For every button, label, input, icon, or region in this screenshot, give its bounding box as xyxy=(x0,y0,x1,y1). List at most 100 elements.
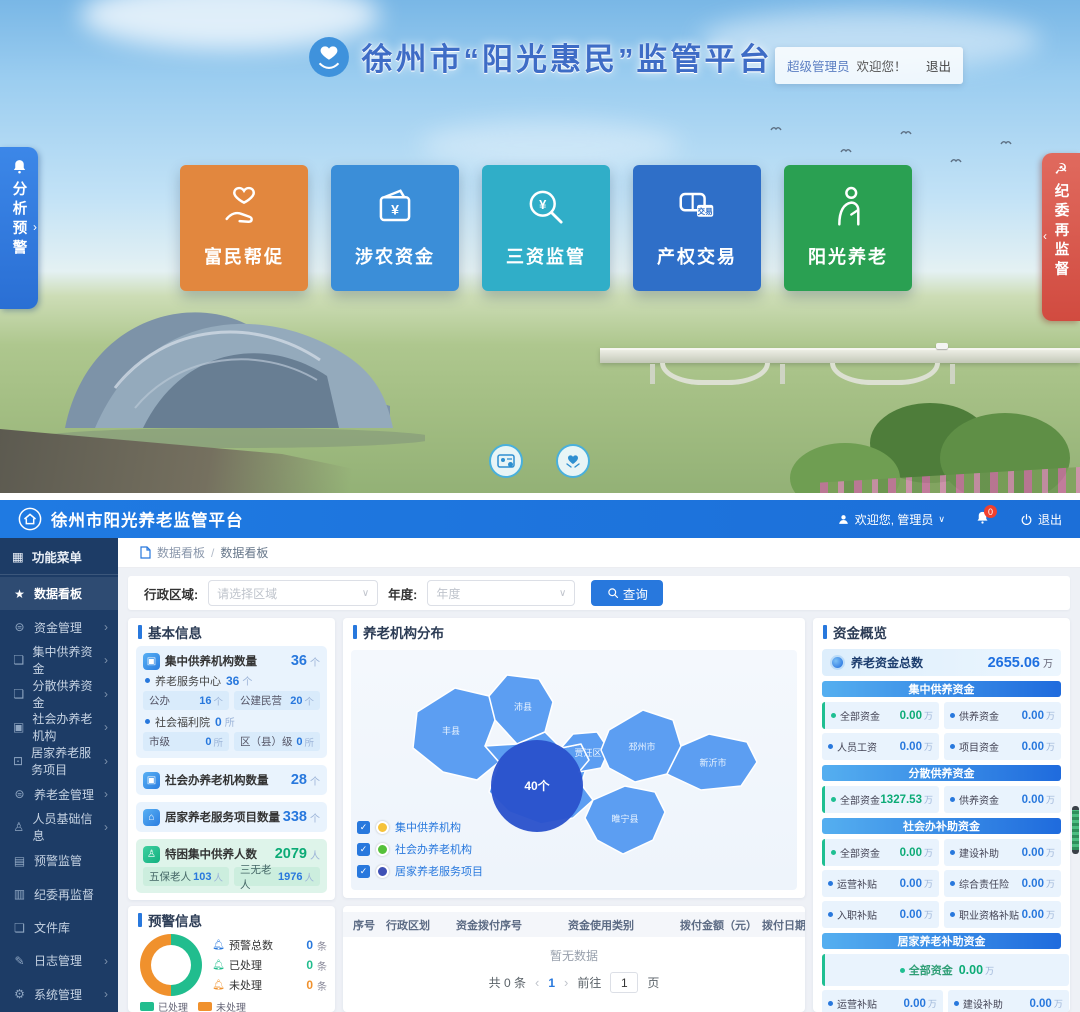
panel-title: 预警信息 xyxy=(128,906,335,934)
chevron-right-icon: › xyxy=(104,787,108,801)
user-menu[interactable]: 欢迎您, 管理员 ∨ xyxy=(837,511,945,528)
tile-shenong-zijin[interactable]: ¥ 涉农资金 xyxy=(331,165,459,291)
fund-cell: 入职补贴0.00万 xyxy=(822,901,939,928)
pagination: 共 0 条 ‹ 1 › 前往 页 xyxy=(343,972,805,993)
checkbox-checked-icon[interactable]: ✓ xyxy=(357,865,370,878)
warning-stat-processed: 🔔︎ 已处理 0 条 xyxy=(212,955,327,975)
id-card-icon-button[interactable] xyxy=(489,444,523,478)
coin-circle-icon xyxy=(830,655,845,670)
year-select[interactable]: 年度 ∨ xyxy=(427,580,575,606)
heart-hands-icon-button[interactable] xyxy=(556,444,590,478)
discipline-supervision-tab[interactable]: ☭ 纪委再监督 ‹ xyxy=(1042,153,1080,321)
sidebar-item-file-library[interactable]: ❏ 文件库 xyxy=(0,911,118,944)
next-page-button[interactable]: › xyxy=(564,975,568,990)
fund-allocation-table: 序号 行政区划 资金拨付序号 资金使用类别 拨付金额（元） 拨付日期 xyxy=(343,912,805,937)
dashboard-logo xyxy=(18,507,42,531)
home-icon: ⌂ xyxy=(143,809,160,826)
star-icon: ★ xyxy=(13,587,26,601)
chevron-down-icon: ∨ xyxy=(938,514,945,525)
goto-page-input[interactable] xyxy=(610,972,638,993)
logout-button[interactable]: 退出 xyxy=(1020,511,1062,528)
stat-card-centralized-institutions: ▣ 集中供养机构数量 36 个 养老服务中心 36 个 公办 16 个 公建民营… xyxy=(136,646,327,758)
region-label: 邳州市 xyxy=(628,741,655,752)
user-role: 超级管理员 xyxy=(787,56,850,75)
svg-text:交易: 交易 xyxy=(698,206,713,216)
sidebar-item-data-board[interactable]: ★ 数据看板 xyxy=(0,577,118,610)
document-icon xyxy=(140,546,151,559)
fund-cell: 全部资金0.00万 xyxy=(822,839,939,866)
bird-icon xyxy=(770,118,782,136)
stat-chip: 公建民营 20 个 xyxy=(234,691,320,710)
notification-bell-button[interactable]: 0 xyxy=(975,510,990,528)
sidebar-item-discipline-supervision[interactable]: ▥ 纪委再监督 xyxy=(0,878,118,911)
fund-total-row: 养老资金总数 2655.06 万 xyxy=(822,649,1061,676)
bell-icon: 🔔︎ xyxy=(212,980,225,991)
sidebar-item-pension-management[interactable]: ⊜ 养老金管理 › xyxy=(0,777,118,810)
bell-icon xyxy=(11,158,28,175)
checkbox-checked-icon[interactable]: ✓ xyxy=(357,821,370,834)
breadcrumb-separator: / xyxy=(211,546,214,560)
sidebar-item-social-elderly-institutions[interactable]: ▣ 社会办养老机构 › xyxy=(0,711,118,744)
grid-menu-icon: ▦ xyxy=(12,549,24,564)
sidebar-item-system-management[interactable]: ⚙ 系统管理 › xyxy=(0,978,118,1011)
fund-cell: 运营补贴0.00万 xyxy=(822,990,943,1012)
bridge-illustration xyxy=(600,348,1080,363)
chevron-left-icon: ‹ xyxy=(1043,229,1047,243)
sidebar-item-home-care-projects[interactable]: ⊡ 居家养老服务项目 › xyxy=(0,744,118,777)
sidebar-item-decentralized-support-fund[interactable]: ❏ 分散供养资金 › xyxy=(0,677,118,710)
sidebar-item-personnel-info[interactable]: ♙ 人员基础信息 › xyxy=(0,811,118,844)
fund-cell: 综合责任险0.00万 xyxy=(944,870,1061,897)
breadcrumb-root[interactable]: 数据看板 xyxy=(157,544,205,561)
page-number-button[interactable]: 1 xyxy=(548,976,555,990)
region-label: 睢宁县 xyxy=(611,813,638,824)
legend-toggle-centralized[interactable]: ✓ 集中供养机构 xyxy=(357,816,483,838)
sidebar-item-fund-management[interactable]: ⊜ 资金管理 › xyxy=(0,610,118,643)
magnifier-yuan-icon: ¥ xyxy=(520,181,572,233)
fund-cell: 人员工资0.00万 xyxy=(822,733,939,760)
checkbox-checked-icon[interactable]: ✓ xyxy=(357,843,370,856)
tile-label: 涉农资金 xyxy=(355,243,435,269)
marker-green-icon xyxy=(376,843,389,856)
bullet-dot xyxy=(145,678,150,683)
building-icon: ▣ xyxy=(143,653,160,670)
tile-chanquan-jiaoyi[interactable]: 交易 产权交易 xyxy=(633,165,761,291)
query-button[interactable]: 查询 xyxy=(591,580,663,606)
elder-person-icon xyxy=(822,181,874,233)
fund-overview-panel: 资金概览 养老资金总数 2655.06 万 集中供养资金 全部资金0.00万 供… xyxy=(813,618,1070,1012)
column-header: 序号 xyxy=(343,912,381,937)
sidebar-item-warning-supervision[interactable]: ▤ 预警监管 xyxy=(0,844,118,877)
panel-title: 基本信息 xyxy=(128,618,335,646)
tab-label: 纪委再监督 xyxy=(1051,183,1072,281)
tile-sanzi-jianguan[interactable]: ¥ 三资监管 xyxy=(482,165,610,291)
fund-cell: 运营补贴0.00万 xyxy=(822,870,939,897)
empty-state-text: 暂无数据 xyxy=(343,937,805,972)
sidebar-menu-header: ▦ 功能菜单 xyxy=(0,538,118,574)
chevron-right-icon: › xyxy=(104,820,108,834)
chevron-right-icon: › xyxy=(104,653,108,667)
logout-button[interactable]: 退出 xyxy=(926,56,951,75)
prev-page-button[interactable]: ‹ xyxy=(535,975,539,990)
tab-label: 分析预警 xyxy=(9,181,30,259)
panel-title: 资金概览 xyxy=(813,618,1070,646)
trade-cards-icon: 交易 xyxy=(671,181,723,233)
region-label: 新沂市 xyxy=(699,757,726,768)
bird-icon xyxy=(840,140,852,158)
legend-toggle-homecare[interactable]: ✓ 居家养老服务项目 xyxy=(357,860,483,882)
fund-cell: 供养资金0.00万 xyxy=(944,702,1061,729)
tile-fumin-bangcu[interactable]: 富民帮促 xyxy=(180,165,308,291)
analysis-warning-tab[interactable]: 分析预警 › xyxy=(0,147,38,309)
person-icon: ♙ xyxy=(13,820,24,834)
count-bubble-label: 40个 xyxy=(524,778,550,793)
sidebar-item-centralized-support-fund[interactable]: ❏ 集中供养资金 › xyxy=(0,644,118,677)
region-label: 沛县 xyxy=(514,701,532,712)
legend-toggle-social[interactable]: ✓ 社会办养老机构 xyxy=(357,838,483,860)
column-header: 行政区划 xyxy=(381,912,451,937)
cloud-decoration xyxy=(420,120,680,170)
sidebar-item-log-management[interactable]: ✎ 日志管理 › xyxy=(0,944,118,977)
warning-stat-unprocessed: 🔔︎ 未处理 0 条 xyxy=(212,975,327,995)
page-scrollbar-thumb[interactable] xyxy=(1072,806,1079,854)
stat-chip: 五保老人 103 人 xyxy=(143,867,229,886)
fund-cell-total: 全部资金0.00万 xyxy=(822,954,1069,986)
tile-yangguang-yanglao[interactable]: 阳光养老 xyxy=(784,165,912,291)
region-select[interactable]: 请选择区域 ∨ xyxy=(208,580,378,606)
